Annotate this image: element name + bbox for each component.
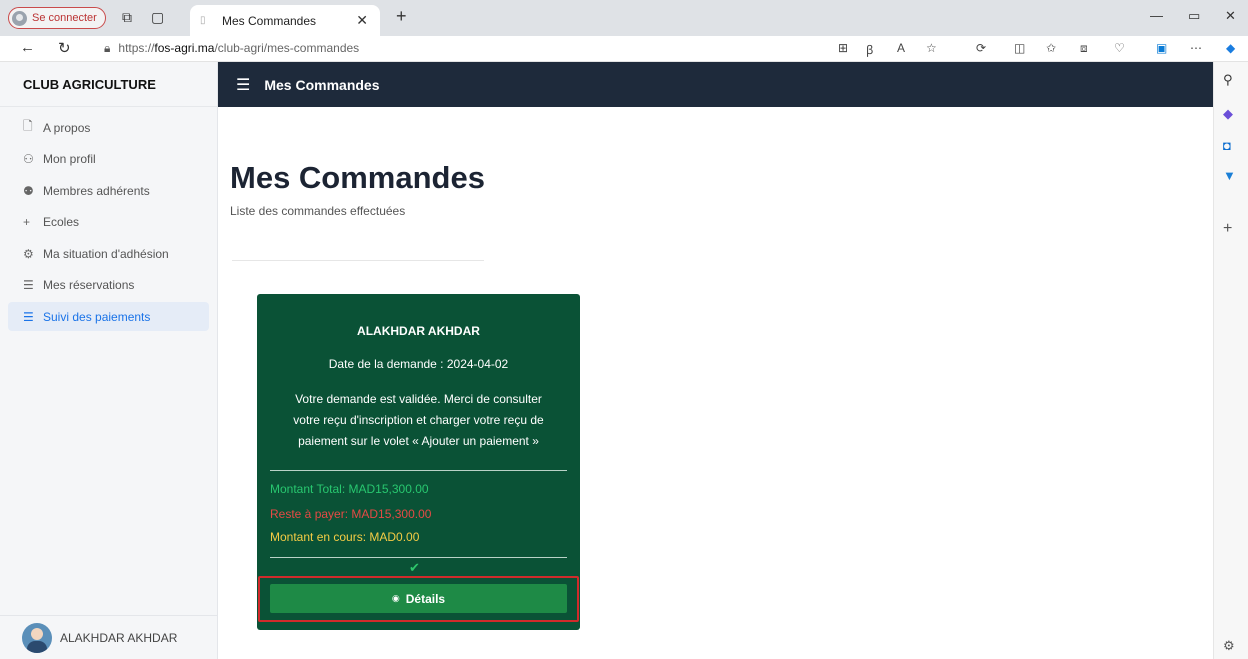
user-icon: ⚇: [23, 152, 34, 166]
page-title: Mes Commandes: [230, 160, 485, 195]
sidebar-item-label: Ecoles: [43, 215, 80, 229]
search-icon[interactable]: ⚲: [1223, 72, 1233, 88]
list-icon: ☰: [23, 309, 34, 324]
app-header: ☰ Mes Commandes: [218, 62, 1213, 107]
browser-side-panel: ⚲ ◆ ◘ ▼ + ⚙: [1213, 62, 1248, 659]
check-icon: ✔: [409, 560, 420, 575]
sidebar-item-situation[interactable]: ⚙ Ma situation d'adhésion: [8, 239, 209, 268]
restore-icon[interactable]: ▭: [1188, 8, 1200, 24]
url-prefix: https://: [118, 41, 155, 55]
sidebar-item-label: Mes réservations: [43, 278, 135, 292]
amount-total: Montant Total: MAD15,300.00: [270, 482, 429, 496]
edge-app-icon[interactable]: ▣: [1156, 41, 1167, 55]
sidebar-item-ecoles[interactable]: + Ecoles: [8, 208, 209, 237]
card-divider: [270, 470, 567, 471]
minimize-icon[interactable]: —: [1150, 8, 1163, 23]
eye-icon: ◉: [391, 593, 400, 603]
translate-icon[interactable]: ꞵ: [866, 41, 874, 58]
user-footer[interactable]: ALAKHDAR AKHDAR: [0, 615, 218, 659]
card-divider: [270, 557, 567, 558]
sidebar-item-label: Suivi des paiements: [43, 309, 151, 324]
window-close-icon[interactable]: ✕: [1225, 8, 1236, 24]
order-card: ALAKHDAR AKHDAR Date de la demande : 202…: [257, 294, 580, 630]
avatar: [22, 622, 52, 653]
more-options-icon[interactable]: ⋯: [1190, 41, 1202, 55]
sidebar-menu: 🗋︎ A propos ⚇ Mon profil ⚉ Membres adhér…: [0, 107, 217, 340]
sidebar-item-mon-profil[interactable]: ⚇ Mon profil: [8, 145, 209, 174]
brand-title: CLUB AGRICULTURE: [0, 62, 217, 107]
profile-button-label: Se connecter: [32, 12, 97, 24]
tab-actions-icon[interactable]: ▢: [151, 9, 164, 26]
app-view-icon[interactable]: ⊞: [838, 41, 848, 55]
order-message: Votre demande est validée. Merci de cons…: [293, 392, 544, 448]
sidebar-item-label: A propos: [43, 120, 91, 135]
url-field[interactable]: 🔒︎ https://fos-agri.ma/club-agri/mes-comm…: [104, 41, 359, 56]
order-date: Date de la demande : 2024-04-02: [328, 357, 509, 371]
amount-remaining: Reste à payer: MAD15,300.00: [270, 507, 432, 521]
shopping-icon[interactable]: ▼: [1223, 168, 1236, 183]
collections-icon[interactable]: ⧈: [1080, 41, 1088, 56]
read-aloud-icon[interactable]: A: [897, 41, 905, 55]
group-icon: ⚉: [23, 183, 34, 198]
amount-in-progress: Montant en cours: MAD0.00: [270, 530, 420, 544]
address-bar: ← ↻ 🔒︎ https://fos-agri.ma/club-agri/mes-…: [0, 36, 1248, 62]
new-tab-icon[interactable]: +: [396, 6, 407, 27]
sidebar-item-label: Ma situation d'adhésion: [43, 246, 169, 261]
divider: [232, 260, 484, 261]
add-sidebar-app-icon[interactable]: +: [1223, 220, 1232, 238]
tab-active[interactable]: ▯ Mes Commandes ✕: [190, 5, 380, 36]
list-icon: ☰: [23, 278, 34, 292]
order-customer-name: ALAKHDAR AKHDAR: [357, 324, 480, 338]
details-button-label: Détails: [405, 591, 446, 606]
file-icon: 🗋︎: [23, 119, 33, 133]
sidebar-item-reservations[interactable]: ☰ Mes réservations: [8, 271, 209, 300]
profile-avatar-icon: [12, 10, 27, 26]
sidebar-item-membres[interactable]: ⚉ Membres adhérents: [8, 176, 209, 205]
sidebar-item-a-propos[interactable]: 🗋︎ A propos: [8, 113, 209, 142]
outlook-icon[interactable]: ◘: [1223, 138, 1231, 153]
favorites-icon[interactable]: ✩: [1046, 41, 1056, 55]
tab-favicon-icon: ▯: [200, 15, 206, 26]
header-title: Mes Commandes: [264, 76, 380, 93]
browser-essentials-icon[interactable]: ♡: [1114, 41, 1125, 55]
details-button-highlight: ◉ Détails: [258, 576, 579, 622]
lock-icon: 🔒︎: [104, 41, 111, 55]
hamburger-menu-icon[interactable]: ☰: [236, 75, 250, 95]
workspaces-icon[interactable]: ⧉: [122, 9, 132, 26]
user-name: ALAKHDAR AKHDAR: [60, 630, 178, 645]
profile-button[interactable]: Se connecter: [8, 7, 106, 29]
extensions-icon[interactable]: ⟳: [976, 41, 986, 55]
refresh-icon[interactable]: ↻: [58, 39, 71, 57]
sidebar-item-label: Membres adhérents: [43, 183, 150, 198]
split-screen-icon[interactable]: ◫: [1014, 41, 1025, 55]
plus-icon: +: [23, 215, 31, 229]
url-domain: fos-agri.ma: [154, 41, 215, 55]
details-button[interactable]: ◉ Détails: [270, 584, 567, 613]
browser-tab-bar: Se connecter ⧉ ▢ ▯ Mes Commandes ✕ + — ▭…: [0, 0, 1248, 36]
app-sidebar: CLUB AGRICULTURE 🗋︎ A propos ⚇ Mon profi…: [0, 62, 218, 659]
sidebar-item-label: Mon profil: [43, 152, 96, 166]
copilot-icon[interactable]: ◆: [1226, 41, 1235, 55]
back-icon[interactable]: ←: [20, 39, 35, 56]
gear-icon: ⚙: [23, 246, 34, 261]
copilot-side-icon[interactable]: ◆: [1223, 106, 1233, 122]
settings-gear-icon[interactable]: ⚙: [1223, 638, 1235, 654]
favorite-star-icon[interactable]: ☆: [926, 41, 937, 55]
page-subtitle: Liste des commandes effectuées: [230, 204, 406, 218]
tab-title: Mes Commandes: [222, 13, 317, 28]
sidebar-item-paiements[interactable]: ☰ Suivi des paiements: [8, 302, 209, 331]
tab-close-icon[interactable]: ✕: [356, 12, 368, 29]
url-path: /club-agri/mes-commandes: [214, 41, 360, 55]
